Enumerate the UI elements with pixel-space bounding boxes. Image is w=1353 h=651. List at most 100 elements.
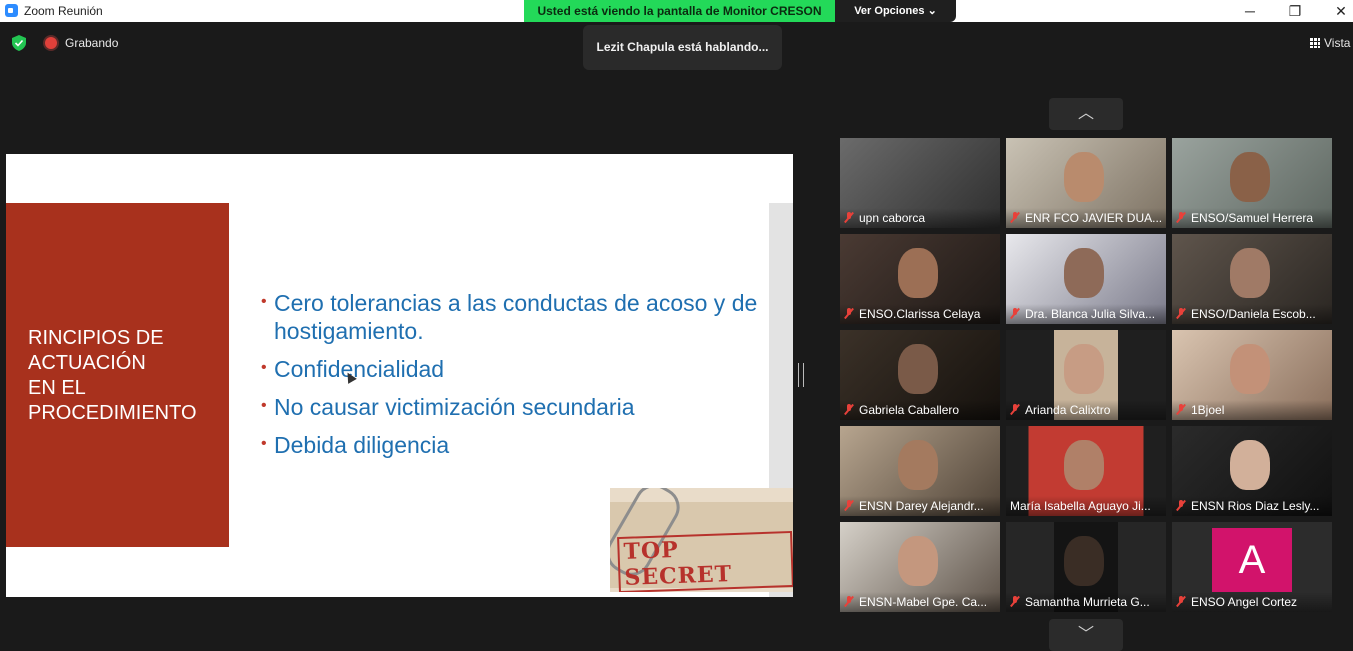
participant-face bbox=[1064, 344, 1104, 394]
participant-name: ENSO Angel Cortez bbox=[1172, 592, 1332, 612]
participant-avatar: A bbox=[1212, 528, 1292, 592]
slide-title: RINCIPIOS DE ACTUACIÓN EN EL PROCEDIMIEN… bbox=[28, 327, 197, 424]
view-label: Vista bbox=[1324, 36, 1351, 50]
muted-mic-icon bbox=[1176, 500, 1186, 511]
participant-name-label: ENSN Rios Diaz Lesly... bbox=[1191, 499, 1320, 513]
muted-mic-icon bbox=[844, 500, 854, 511]
muted-mic-icon bbox=[1010, 404, 1020, 415]
shared-slide: RINCIPIOS DE ACTUACIÓN EN EL PROCEDIMIEN… bbox=[6, 154, 793, 597]
muted-mic-icon bbox=[844, 404, 854, 415]
participant-face bbox=[898, 536, 938, 586]
participant-name: ENSN-Mabel Gpe. Ca... bbox=[840, 592, 1000, 612]
participant-name-label: ENSO Angel Cortez bbox=[1191, 595, 1298, 609]
slide-bullet: Cero tolerancias a las conductas de acos… bbox=[261, 288, 776, 345]
participant-name: upn caborca bbox=[840, 208, 1000, 228]
participant-name: ENSO.Clarissa Celaya bbox=[840, 304, 1000, 324]
participant-name: Samantha Murrieta G... bbox=[1006, 592, 1166, 612]
muted-mic-icon bbox=[1010, 596, 1020, 607]
participant-name-label: ENSN Darey Alejandr... bbox=[859, 499, 984, 513]
participant-tile[interactable]: ENSO.Clarissa Celaya bbox=[840, 234, 1000, 324]
muted-mic-icon bbox=[1010, 212, 1020, 223]
minimize-button[interactable]: ─ bbox=[1235, 2, 1265, 20]
participant-tile[interactable]: ENSO/Daniela Escob... bbox=[1172, 234, 1332, 324]
participant-face bbox=[898, 248, 938, 298]
participant-tile[interactable]: A ENSO Angel Cortez bbox=[1172, 522, 1332, 612]
participant-name: 1Bjoel bbox=[1172, 400, 1332, 420]
recording-icon bbox=[45, 37, 57, 49]
title-bar: Zoom Reunión Usted está viendo la pantal… bbox=[0, 0, 1353, 22]
scroll-down-button[interactable]: ﹀ bbox=[1049, 619, 1123, 651]
participant-face bbox=[1230, 344, 1270, 394]
muted-mic-icon bbox=[1176, 404, 1186, 415]
muted-mic-icon bbox=[844, 596, 854, 607]
grid-icon bbox=[1310, 38, 1320, 48]
participant-tile[interactable]: ENR FCO JAVIER DUA... bbox=[1006, 138, 1166, 228]
participant-tile[interactable]: Arianda Calixtro bbox=[1006, 330, 1166, 420]
muted-mic-icon bbox=[1176, 212, 1186, 223]
slide-bullet: Debida diligencia bbox=[261, 430, 776, 459]
participant-face bbox=[1064, 152, 1104, 202]
participant-name-label: ENSO.Clarissa Celaya bbox=[859, 307, 981, 321]
active-speaker-toast: Lezit Chapula está hablando... bbox=[583, 25, 782, 70]
window-title: Zoom Reunión bbox=[24, 4, 103, 18]
participant-name: María Isabella Aguayo Ji... bbox=[1006, 496, 1166, 516]
screen-share-banner: Usted está viendo la pantalla de Monitor… bbox=[524, 0, 835, 22]
participant-name-label: Arianda Calixtro bbox=[1025, 403, 1111, 417]
zoom-logo-icon bbox=[5, 4, 18, 17]
restore-button[interactable]: ❐ bbox=[1280, 2, 1310, 20]
participant-name: Arianda Calixtro bbox=[1006, 400, 1166, 420]
participant-name-label: Samantha Murrieta G... bbox=[1025, 595, 1150, 609]
participant-name-label: ENR FCO JAVIER DUA... bbox=[1025, 211, 1163, 225]
participant-tile[interactable]: ENSO/Samuel Herrera bbox=[1172, 138, 1332, 228]
participant-name: Gabriela Caballero bbox=[840, 400, 1000, 420]
participant-face bbox=[1230, 152, 1270, 202]
top-secret-stamp: TOP SECRET bbox=[617, 530, 793, 592]
participant-name-label: ENSO/Daniela Escob... bbox=[1191, 307, 1316, 321]
participant-face bbox=[1064, 440, 1104, 490]
participant-name: ENSN Darey Alejandr... bbox=[840, 496, 1000, 516]
participant-name-label: ENSO/Samuel Herrera bbox=[1191, 211, 1314, 225]
slide-title-panel: RINCIPIOS DE ACTUACIÓN EN EL PROCEDIMIEN… bbox=[6, 203, 229, 547]
participant-name-label: ENSN-Mabel Gpe. Ca... bbox=[859, 595, 988, 609]
participant-face bbox=[1230, 440, 1270, 490]
panel-resize-handle[interactable] bbox=[798, 363, 804, 387]
slide-bullet: No causar victimización secundaria bbox=[261, 392, 776, 421]
participant-face bbox=[898, 440, 938, 490]
participant-tile[interactable]: upn caborca bbox=[840, 138, 1000, 228]
security-shield-icon[interactable] bbox=[12, 35, 26, 51]
participant-name-label: Gabriela Caballero bbox=[859, 403, 960, 417]
participant-name-label: 1Bjoel bbox=[1191, 403, 1225, 417]
muted-mic-icon bbox=[844, 308, 854, 319]
participant-name-label: María Isabella Aguayo Ji... bbox=[1010, 499, 1151, 513]
participant-tile[interactable]: 1Bjoel bbox=[1172, 330, 1332, 420]
participant-face bbox=[1064, 248, 1104, 298]
participant-name-label: Dra. Blanca Julia Silva... bbox=[1025, 307, 1156, 321]
participant-face bbox=[1064, 536, 1104, 586]
top-secret-image: TOP SECRET bbox=[610, 488, 793, 592]
participant-tile[interactable]: Samantha Murrieta G... bbox=[1006, 522, 1166, 612]
participant-name: ENSO/Daniela Escob... bbox=[1172, 304, 1332, 324]
participant-name: ENSN Rios Diaz Lesly... bbox=[1172, 496, 1332, 516]
slide-bullets: Cero tolerancias a las conductas de acos… bbox=[261, 288, 776, 469]
participant-tile[interactable]: ENSN Darey Alejandr... bbox=[840, 426, 1000, 516]
view-button[interactable]: Vista bbox=[1310, 36, 1350, 50]
participant-face bbox=[898, 344, 938, 394]
view-options-button[interactable]: Ver Opciones ⌄ bbox=[835, 0, 956, 22]
muted-mic-icon bbox=[1176, 308, 1186, 319]
participant-name: Dra. Blanca Julia Silva... bbox=[1006, 304, 1166, 324]
participant-tile[interactable]: ENSN-Mabel Gpe. Ca... bbox=[840, 522, 1000, 612]
participant-tile[interactable]: ENSN Rios Diaz Lesly... bbox=[1172, 426, 1332, 516]
scroll-up-button[interactable]: ︿ bbox=[1049, 98, 1123, 130]
close-button[interactable]: ✕ bbox=[1326, 2, 1353, 20]
participant-tile[interactable]: Gabriela Caballero bbox=[840, 330, 1000, 420]
muted-mic-icon bbox=[844, 212, 854, 223]
participant-tile[interactable]: Dra. Blanca Julia Silva... bbox=[1006, 234, 1166, 324]
participant-name: ENR FCO JAVIER DUA... bbox=[1006, 208, 1166, 228]
muted-mic-icon bbox=[1176, 596, 1186, 607]
muted-mic-icon bbox=[1010, 308, 1020, 319]
participant-face bbox=[1230, 248, 1270, 298]
participant-name-label: upn caborca bbox=[859, 211, 926, 225]
participant-tile[interactable]: María Isabella Aguayo Ji... bbox=[1006, 426, 1166, 516]
slide-bullet: Confidencialidad bbox=[261, 354, 776, 383]
recording-label[interactable]: Grabando bbox=[65, 36, 118, 50]
